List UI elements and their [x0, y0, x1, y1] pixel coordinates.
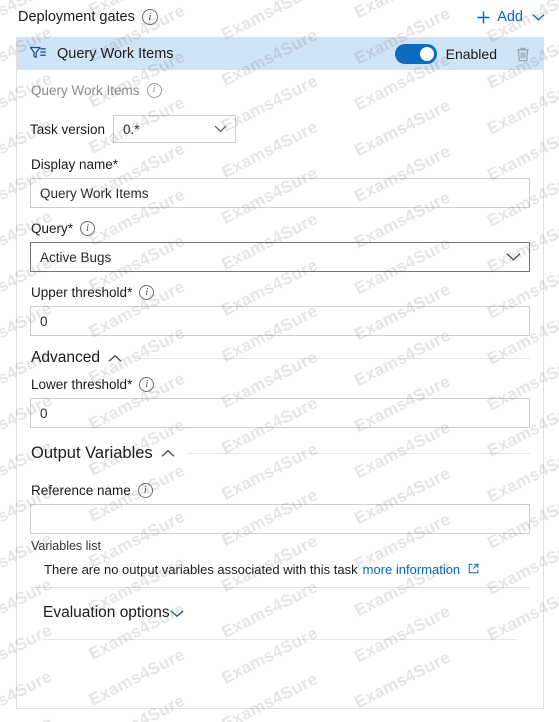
chevron-down-icon — [170, 609, 184, 618]
query-select[interactable]: Active Bugs — [30, 242, 530, 272]
section-advanced-header[interactable]: Advanced — [31, 349, 530, 367]
info-icon[interactable]: i — [146, 82, 162, 98]
info-icon[interactable]: i — [141, 9, 158, 25]
plus-icon — [476, 10, 491, 25]
chevron-down-icon — [506, 252, 521, 262]
info-icon[interactable]: i — [80, 221, 96, 236]
reference-name-input[interactable] — [30, 504, 530, 534]
section-output-variables-header[interactable]: Output Variables — [31, 444, 530, 463]
lower-threshold-field: Lower threshold * i — [30, 377, 530, 428]
task-card-header[interactable]: Query Work Items Enabled — [17, 38, 543, 70]
lower-threshold-input[interactable] — [30, 398, 530, 428]
deployment-gates-panel: Deployment gates i Add Query Work Items … — [0, 0, 559, 722]
output-variables-group: Output Variables Reference name i Variab… — [30, 444, 530, 588]
reference-name-field: Reference name i — [30, 483, 530, 534]
add-gate-button[interactable]: Add — [476, 9, 545, 25]
query-label-row: Query * i — [31, 221, 530, 236]
query-value: Active Bugs — [40, 249, 112, 265]
toggle-knob — [419, 47, 434, 61]
query-field: Query * i Active Bugs — [30, 221, 530, 272]
enabled-toggle-label: Enabled — [445, 46, 497, 62]
variables-list-empty: There are no output variables associated… — [44, 562, 530, 577]
section-evaluation-options-header[interactable]: Evaluation options — [43, 604, 517, 622]
required-marker: * — [127, 285, 133, 300]
section-rule — [186, 453, 530, 454]
required-marker: * — [67, 221, 74, 236]
display-name-input[interactable] — [30, 178, 530, 208]
task-subtitle: Query Work Items — [31, 82, 140, 98]
upper-threshold-label: Upper threshold — [31, 285, 128, 300]
section-evaluation-options-title: Evaluation options — [43, 604, 170, 621]
task-version-label: Task version — [30, 121, 106, 137]
task-card: Query Work Items Enabled Query Work Item… — [16, 37, 544, 709]
task-card-body: Query Work Items i Task version 0.* Disp… — [17, 70, 543, 640]
info-icon[interactable]: i — [139, 377, 155, 392]
display-name-label-row: Display name * — [31, 157, 530, 172]
section-output-variables-title: Output Variables — [31, 444, 153, 462]
lower-threshold-label: Lower threshold — [31, 377, 128, 392]
chevron-up-icon — [161, 449, 175, 458]
upper-threshold-input[interactable] — [30, 306, 530, 336]
upper-threshold-field: Upper threshold * i — [30, 285, 530, 336]
task-version-value: 0.* — [123, 121, 140, 137]
variables-list-label: Variables list — [31, 539, 101, 553]
required-marker: * — [112, 157, 119, 172]
page-title: Deployment gates — [18, 9, 135, 25]
required-marker: * — [127, 377, 133, 392]
section-evaluation-options: Evaluation options — [30, 588, 530, 622]
variables-list-empty-text: There are no output variables associated… — [44, 562, 358, 577]
chevron-up-icon — [108, 354, 122, 363]
task-subtitle-row: Query Work Items i — [31, 79, 530, 101]
task-version-select[interactable]: 0.* — [113, 115, 237, 143]
chevron-down-icon — [214, 125, 227, 134]
info-icon[interactable]: i — [139, 285, 155, 300]
task-title: Query Work Items — [57, 46, 174, 62]
trash-icon[interactable] — [512, 43, 534, 65]
chevron-down-icon — [532, 13, 545, 22]
add-gate-label: Add — [497, 9, 523, 25]
bottom-divider — [43, 639, 517, 640]
display-name-field: Display name * — [30, 157, 530, 208]
enabled-toggle-group: Enabled — [394, 43, 534, 65]
enabled-toggle[interactable] — [394, 44, 437, 64]
lower-threshold-label-row: Lower threshold * i — [31, 377, 530, 392]
info-icon[interactable]: i — [137, 483, 153, 498]
query-work-items-icon — [29, 45, 47, 63]
reference-name-label-row: Reference name i — [31, 483, 530, 498]
section-advanced-title: Advanced — [31, 349, 100, 366]
upper-threshold-label-row: Upper threshold * i — [31, 285, 530, 300]
section-rule — [133, 357, 530, 359]
gates-header-bar: Deployment gates i Add — [0, 0, 559, 34]
query-label: Query — [31, 221, 68, 236]
task-version-row: Task version 0.* — [30, 115, 530, 143]
external-link-icon[interactable] — [468, 563, 479, 574]
display-name-label: Display name — [31, 157, 113, 172]
more-information-link[interactable]: more information — [363, 562, 461, 577]
reference-name-label: Reference name — [31, 483, 131, 498]
